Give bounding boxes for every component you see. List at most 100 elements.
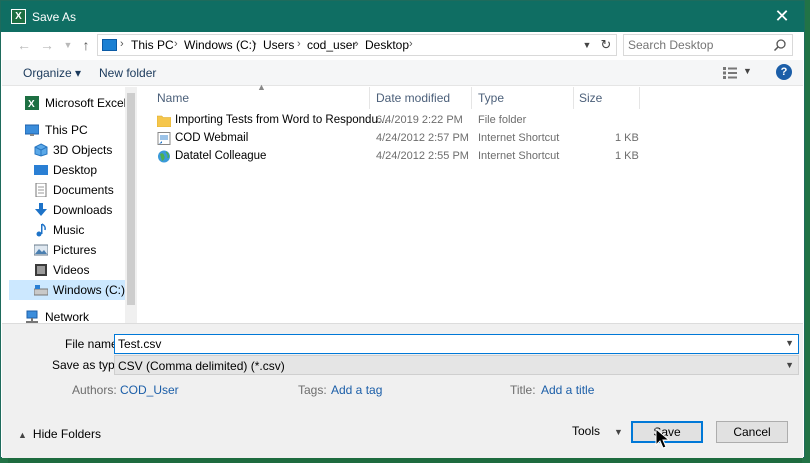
file-type: Internet Shortcut bbox=[478, 150, 560, 162]
pictures-icon bbox=[34, 244, 48, 256]
change-view-icon[interactable] bbox=[723, 67, 737, 79]
column-header-name[interactable]: Name bbox=[157, 91, 189, 105]
file-size: 1 KB bbox=[615, 150, 639, 162]
breadcrumb-users[interactable]: Users bbox=[263, 38, 294, 52]
address-dropdown-icon[interactable]: ▼ bbox=[578, 35, 596, 55]
column-divider[interactable] bbox=[639, 87, 640, 109]
forward-arrow-icon[interactable]: → bbox=[38, 37, 56, 53]
nav-item-videos[interactable]: Videos bbox=[9, 260, 127, 280]
save-as-dialog: X Save As ✕ ← → ▼ ↑ › This PC › Windows … bbox=[0, 0, 805, 458]
column-divider[interactable] bbox=[369, 87, 370, 109]
breadcrumb-desktop[interactable]: Desktop bbox=[365, 38, 409, 52]
search-icon[interactable] bbox=[773, 38, 787, 52]
nav-item-label: Downloads bbox=[53, 203, 113, 217]
command-bar: Organize ▾ New folder ▼ ? bbox=[2, 60, 803, 86]
column-header-size[interactable]: Size bbox=[579, 91, 602, 105]
recent-locations-chevron-icon[interactable]: ▼ bbox=[59, 37, 77, 53]
window-title: Save As bbox=[32, 10, 77, 24]
nav-item-label: Windows (C:) bbox=[53, 283, 126, 297]
title-bar[interactable]: X Save As ✕ bbox=[1, 1, 804, 32]
file-size: 1 KB bbox=[615, 132, 639, 144]
pc-icon bbox=[25, 124, 39, 136]
file-name-dropdown-icon[interactable]: ▼ bbox=[785, 338, 794, 348]
new-folder-button[interactable]: New folder bbox=[99, 66, 156, 80]
videos-icon bbox=[35, 264, 47, 276]
network-icon bbox=[26, 310, 38, 323]
file-date: 4/24/2012 2:55 PM bbox=[376, 150, 469, 162]
cancel-button[interactable]: Cancel bbox=[716, 421, 788, 443]
music-icon bbox=[36, 223, 46, 237]
nav-item-downloads[interactable]: Downloads bbox=[9, 200, 127, 220]
file-date: 4/24/2012 2:57 PM bbox=[376, 132, 469, 144]
nav-item-music[interactable]: Music bbox=[9, 220, 127, 240]
file-row[interactable]: Datatel Colleague 4/24/2012 2:55 PM Inte… bbox=[153, 148, 643, 166]
crumb-separator-icon: › bbox=[174, 38, 178, 50]
nav-item-label: Music bbox=[53, 223, 85, 237]
search-input[interactable] bbox=[628, 37, 768, 53]
excel-app-icon: X bbox=[11, 9, 26, 24]
nav-item-microsoft-excel[interactable]: X Microsoft Excel bbox=[9, 93, 127, 113]
file-name-field[interactable]: ▼ bbox=[114, 334, 799, 354]
nav-item-documents[interactable]: Documents bbox=[9, 180, 127, 200]
svg-text:X: X bbox=[28, 99, 35, 110]
nav-item-label: This PC bbox=[45, 123, 88, 137]
nav-item-label: Network bbox=[45, 310, 90, 323]
address-bar[interactable]: › This PC › Windows (C:) › Users › cod_u… bbox=[97, 34, 617, 56]
file-row[interactable]: Importing Tests from Word to Respondu...… bbox=[153, 112, 643, 130]
close-button[interactable]: ✕ bbox=[770, 5, 794, 27]
tags-field[interactable]: Add a tag bbox=[331, 383, 382, 397]
up-arrow-icon[interactable]: ↑ bbox=[77, 37, 95, 53]
3d-objects-icon bbox=[34, 143, 48, 157]
search-box[interactable] bbox=[623, 34, 793, 56]
tags-label: Tags: bbox=[298, 383, 327, 397]
crumb-separator-icon: › bbox=[297, 38, 301, 50]
nav-item-label: 3D Objects bbox=[53, 143, 113, 157]
nav-item-label: Pictures bbox=[53, 243, 97, 257]
nav-item-pictures[interactable]: Pictures bbox=[9, 240, 127, 260]
nav-item-windows-c[interactable]: Windows (C:) bbox=[9, 280, 127, 300]
folder-icon bbox=[157, 115, 171, 127]
nav-item-desktop[interactable]: Desktop bbox=[9, 160, 127, 180]
file-type: File folder bbox=[478, 114, 527, 126]
view-options-chevron-icon[interactable]: ▼ bbox=[743, 66, 752, 76]
authors-field[interactable]: COD_User bbox=[120, 383, 179, 397]
file-row[interactable]: COD Webmail 4/24/2012 2:57 PM Internet S… bbox=[153, 130, 643, 148]
column-divider[interactable] bbox=[573, 87, 574, 109]
tools-label: Tools bbox=[572, 424, 601, 438]
documents-icon bbox=[35, 183, 47, 197]
column-header-date-modified[interactable]: Date modified bbox=[376, 91, 450, 105]
refresh-icon[interactable]: ↻ bbox=[597, 35, 615, 55]
organize-button[interactable]: Organize ▾ bbox=[23, 66, 81, 80]
nav-item-network[interactable]: Network bbox=[9, 307, 127, 323]
scrollbar-thumb[interactable] bbox=[127, 93, 135, 305]
drive-icon bbox=[34, 285, 48, 296]
back-arrow-icon[interactable]: ← bbox=[15, 37, 33, 53]
navigation-pane: X Microsoft Excel This PC 3D Objects Des… bbox=[9, 87, 137, 323]
column-divider[interactable] bbox=[471, 87, 472, 109]
file-name: COD Webmail bbox=[175, 132, 249, 144]
breadcrumb-cod-user[interactable]: cod_user bbox=[307, 38, 356, 52]
save-options-panel: File name: ▼ Save as type: CSV (Comma de… bbox=[2, 323, 803, 458]
nav-item-label: Microsoft Excel bbox=[45, 96, 127, 110]
save-as-type-dropdown-icon[interactable]: ▼ bbox=[785, 360, 794, 370]
hide-folders-button[interactable]: ▲ Hide Folders bbox=[18, 427, 101, 441]
file-name-input[interactable] bbox=[118, 336, 768, 352]
title-field[interactable]: Add a title bbox=[541, 383, 594, 397]
nav-item-3d-objects[interactable]: 3D Objects bbox=[9, 140, 127, 160]
authors-label: Authors: bbox=[72, 383, 117, 397]
file-name: Importing Tests from Word to Respondu... bbox=[175, 114, 388, 126]
breadcrumb-windows-c[interactable]: Windows (C:) bbox=[184, 38, 256, 52]
nav-pane-scrollbar[interactable] bbox=[125, 87, 137, 323]
excel-icon: X bbox=[25, 96, 39, 110]
breadcrumb-this-pc[interactable]: This PC bbox=[131, 38, 174, 52]
nav-item-label: Desktop bbox=[53, 163, 98, 177]
web-shortcut-icon bbox=[158, 150, 170, 163]
column-header-type[interactable]: Type bbox=[478, 91, 504, 105]
nav-item-this-pc[interactable]: This PC bbox=[9, 120, 127, 140]
save-as-type-value: CSV (Comma delimited) (*.csv) bbox=[118, 359, 285, 373]
crumb-separator-icon: › bbox=[409, 38, 413, 50]
help-button[interactable]: ? bbox=[776, 64, 792, 80]
desktop-icon bbox=[34, 165, 48, 175]
save-as-type-select[interactable]: CSV (Comma delimited) (*.csv) ▼ bbox=[114, 355, 799, 375]
tools-menu-button[interactable]: Tools ▼ bbox=[572, 424, 623, 438]
